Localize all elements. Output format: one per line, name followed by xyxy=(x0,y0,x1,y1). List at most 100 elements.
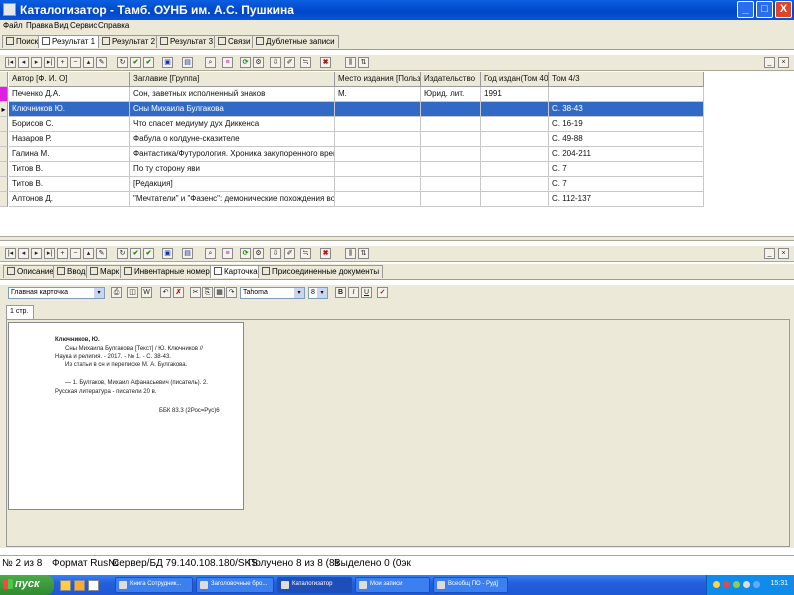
delete-icon[interactable]: − xyxy=(70,57,81,68)
catalog-card[interactable]: Ключников, Ю. Сны Михаила Булгакова [Тек… xyxy=(8,322,244,510)
menu-view[interactable]: Вид xyxy=(54,21,68,30)
edit-icon[interactable]: ✎ xyxy=(96,57,107,68)
font-size-select[interactable]: 8 ▾ xyxy=(308,287,328,299)
copy-icon[interactable]: ⎘ xyxy=(202,287,213,298)
edit-icon[interactable]: ✎ xyxy=(96,248,107,259)
scissors-icon[interactable]: ✂ xyxy=(190,287,201,298)
panel-minimize-icon[interactable]: _ xyxy=(764,57,775,68)
column-header-title[interactable]: Заглавие [Группа] xyxy=(130,72,335,87)
next-record-icon[interactable]: ▸ xyxy=(31,57,42,68)
find-icon[interactable]: ⌕ xyxy=(205,248,216,259)
apply-check-icon[interactable]: ✓ xyxy=(377,287,388,298)
redo-icon[interactable]: ↷ xyxy=(226,287,237,298)
tray-icon[interactable] xyxy=(713,581,720,588)
last-record-icon[interactable]: ▸| xyxy=(44,57,55,68)
tab-links[interactable]: Связи xyxy=(214,35,255,48)
tab-card[interactable]: Карточка xyxy=(210,265,262,278)
save-icon[interactable]: ▣ xyxy=(162,248,173,259)
panel-minimize-icon[interactable]: _ xyxy=(764,248,775,259)
tools-icon[interactable]: ⚙ xyxy=(253,248,264,259)
tab-result-3[interactable]: Результат 3 xyxy=(156,35,218,48)
delete-icon[interactable]: − xyxy=(70,248,81,259)
tab-result-1[interactable]: Результат 1 xyxy=(38,35,100,48)
preview-icon[interactable]: ◫ xyxy=(127,287,138,298)
clock[interactable]: 15:31 xyxy=(770,580,788,587)
columns-icon[interactable]: ⫼ xyxy=(345,248,356,259)
check-icon[interactable]: ✔ xyxy=(130,57,141,68)
minimize-button[interactable]: _ xyxy=(737,1,754,18)
print-icon[interactable]: ▤ xyxy=(182,57,193,68)
taskbar-item-active[interactable]: Каталогизатор xyxy=(277,577,352,593)
maximize-button[interactable]: □ xyxy=(756,1,773,18)
menu-service[interactable]: Сервис xyxy=(70,21,97,30)
paste-icon[interactable]: ▦ xyxy=(214,287,225,298)
link-icon[interactable]: ⇅ xyxy=(358,248,369,259)
export-icon[interactable]: ⇩ xyxy=(270,57,281,68)
brush-icon[interactable]: ✐ xyxy=(284,248,295,259)
next-record-icon[interactable]: ▸ xyxy=(31,248,42,259)
page-tab[interactable]: 1 стр. xyxy=(6,305,34,319)
quicklaunch-icon[interactable] xyxy=(88,580,99,591)
prev-record-icon[interactable]: ◂ xyxy=(18,248,29,259)
tab-search[interactable]: Поиск xyxy=(2,35,43,48)
cancel-icon[interactable]: ✖ xyxy=(320,248,331,259)
brush-icon[interactable]: ✐ xyxy=(284,57,295,68)
tray-icon[interactable] xyxy=(743,581,750,588)
filter-icon[interactable]: ≒ xyxy=(300,248,311,259)
print-card-icon[interactable]: ⎙ xyxy=(111,287,122,298)
tray-icon[interactable] xyxy=(733,581,740,588)
check-all-icon[interactable]: ✔ xyxy=(143,248,154,259)
column-header-author[interactable]: Автор [Ф. И. О] xyxy=(9,72,130,87)
find-icon[interactable]: ⌕ xyxy=(205,57,216,68)
columns-icon[interactable]: ⫼ xyxy=(345,57,356,68)
sync-icon[interactable]: ⟳ xyxy=(240,57,251,68)
tab-input[interactable]: Ввод xyxy=(53,265,90,278)
check-icon[interactable]: ✔ xyxy=(130,248,141,259)
tray-icon[interactable] xyxy=(753,581,760,588)
italic-button[interactable]: I xyxy=(348,287,359,298)
check-all-icon[interactable]: ✔ xyxy=(143,57,154,68)
sync-icon[interactable]: ⟳ xyxy=(240,248,251,259)
first-record-icon[interactable]: |◂ xyxy=(5,57,16,68)
tray-icon[interactable] xyxy=(723,581,730,588)
quicklaunch-icon[interactable] xyxy=(60,580,71,591)
tab-marc[interactable]: Марк xyxy=(86,265,124,278)
start-button[interactable]: пуск xyxy=(0,575,54,595)
save-icon[interactable]: ▣ xyxy=(162,57,173,68)
insert-icon[interactable]: + xyxy=(57,248,68,259)
up-icon[interactable]: ▴ xyxy=(83,248,94,259)
panel-close-icon[interactable]: × xyxy=(778,57,789,68)
quicklaunch-icon[interactable] xyxy=(74,580,85,591)
bold-button[interactable]: B xyxy=(335,287,346,298)
first-record-icon[interactable]: |◂ xyxy=(5,248,16,259)
taskbar-item[interactable]: Всеобщ ПО - Руд] xyxy=(433,577,508,593)
filter-icon[interactable]: ≒ xyxy=(300,57,311,68)
marker-icon[interactable]: ≡ xyxy=(222,248,233,259)
export-word-icon[interactable]: W xyxy=(141,287,152,298)
card-type-select[interactable]: Главная карточка ▾ xyxy=(8,287,105,299)
column-header-volume[interactable]: Том 4/3 xyxy=(549,72,704,87)
pane-splitter[interactable] xyxy=(0,236,794,241)
link-icon[interactable]: ⇅ xyxy=(358,57,369,68)
cancel-icon[interactable]: ✖ xyxy=(320,57,331,68)
export-icon[interactable]: ⇩ xyxy=(270,248,281,259)
menu-file[interactable]: Файл xyxy=(3,21,23,30)
column-header-year[interactable]: Год издан(Том 40) xyxy=(481,72,549,87)
print-icon[interactable]: ▤ xyxy=(182,248,193,259)
tab-result-2[interactable]: Результат 2 xyxy=(98,35,160,48)
refresh-icon[interactable]: ↻ xyxy=(117,248,128,259)
tab-attachments[interactable]: Присоединенные документы xyxy=(258,265,384,278)
undo-icon[interactable]: ↶ xyxy=(160,287,171,298)
up-icon[interactable]: ▴ xyxy=(83,57,94,68)
tab-description[interactable]: Описание xyxy=(3,265,58,278)
tab-inventory[interactable]: Инвентарные номера xyxy=(120,265,219,278)
cut-icon[interactable]: ✗ xyxy=(173,287,184,298)
last-record-icon[interactable]: ▸| xyxy=(44,248,55,259)
menu-edit[interactable]: Правка xyxy=(26,21,53,30)
font-select[interactable]: Tahoma ▾ xyxy=(240,287,305,299)
taskbar-item[interactable]: Заголовочные бро... xyxy=(196,577,274,593)
underline-button[interactable]: U xyxy=(361,287,372,298)
prev-record-icon[interactable]: ◂ xyxy=(18,57,29,68)
marker-icon[interactable]: ≡ xyxy=(222,57,233,68)
menu-help[interactable]: Справка xyxy=(98,21,129,30)
